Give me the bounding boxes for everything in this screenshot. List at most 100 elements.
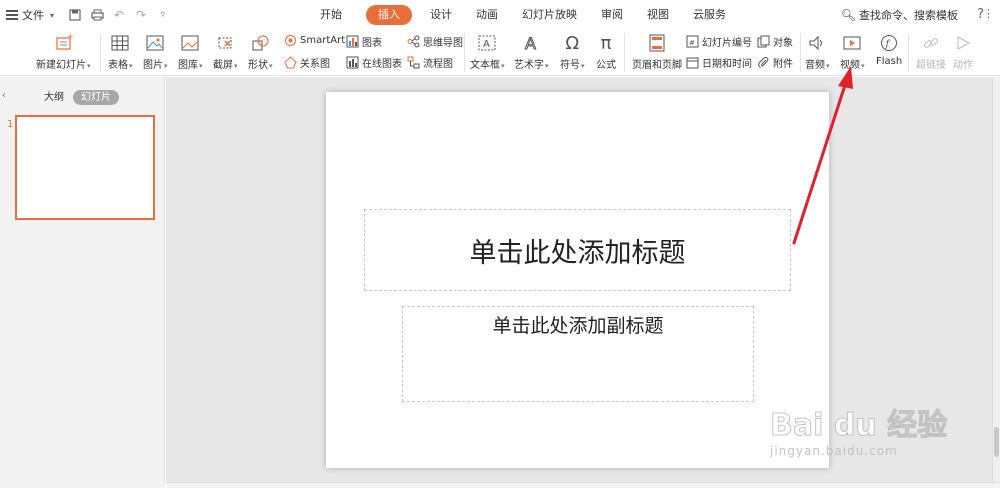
video-icon (842, 33, 862, 53)
title-placeholder[interactable]: 单击此处添加标题 (364, 209, 791, 291)
action-button[interactable]: 动作 (953, 33, 973, 71)
gallery-icon (180, 33, 200, 53)
undo-icon[interactable]: ↶ (112, 8, 126, 22)
print-icon[interactable] (90, 8, 104, 22)
header-footer-button[interactable]: 页眉和页脚 (632, 33, 682, 71)
svg-text:A: A (483, 39, 490, 50)
gallery-button[interactable]: 图库▾ (178, 33, 203, 71)
slide-number-label: 幻灯片编号 (702, 38, 752, 49)
slide[interactable]: 单击此处添加标题 单击此处添加副标题 (326, 92, 829, 468)
tab-home[interactable]: 开始 (320, 5, 342, 25)
tab-animation[interactable]: 动画 (476, 5, 498, 25)
flash-label: Flash (876, 56, 903, 67)
object-label: 对象 (773, 38, 793, 49)
scrollbar-thumb[interactable] (994, 427, 999, 457)
relation-chart-icon (284, 56, 297, 69)
flowchart-button[interactable]: 流程图 (407, 55, 453, 70)
slide-thumbnail[interactable] (15, 115, 155, 220)
speaker-icon (807, 33, 827, 53)
subtitle-placeholder[interactable]: 单击此处添加副标题 (402, 306, 754, 402)
mindmap-icon (407, 35, 420, 48)
tab-slideshow[interactable]: 幻灯片放映 (522, 5, 577, 25)
play-icon (953, 33, 973, 53)
tab-review[interactable]: 审阅 (601, 5, 623, 25)
shape-icon (250, 33, 270, 53)
slide-number-button[interactable]: # 幻灯片编号 (686, 34, 752, 49)
action-label: 动作 (953, 60, 973, 71)
tab-design[interactable]: 设计 (430, 5, 452, 25)
relation-chart-label: 关系图 (300, 59, 330, 70)
tab-slides[interactable]: 幻灯片 (73, 90, 119, 105)
title-menu-bar: 文件 ▾ ↶ ↷ ▿ 开始 插入 设计 动画 幻灯片放映 审阅 视图 云服务 🔍… (0, 0, 1000, 30)
ribbon-divider (800, 34, 801, 72)
panel-footer (0, 482, 165, 488)
header-footer-label: 页眉和页脚 (632, 60, 682, 71)
subtitle-placeholder-text: 单击此处添加副标题 (492, 315, 664, 337)
date-time-button[interactable]: 日期和时间 (686, 55, 752, 70)
chevron-down-icon: ▾ (50, 10, 55, 20)
tab-view[interactable]: 视图 (647, 5, 669, 25)
video-label: 视频 (840, 60, 860, 71)
formula-button[interactable]: π 公式 (596, 33, 616, 72)
screenshot-button[interactable]: 截屏▾ (213, 33, 238, 71)
online-chart-button[interactable]: 在线图表 (346, 55, 402, 70)
gallery-label: 图库 (178, 60, 198, 71)
textbox-button[interactable]: A 文本框▾ (470, 33, 505, 71)
mindmap-button[interactable]: 思维导图 (407, 34, 463, 49)
watermark-url: jingyan.baidu.com (770, 444, 898, 458)
tab-cloud[interactable]: 云服务 (693, 5, 726, 25)
textbox-label: 文本框 (470, 60, 500, 71)
ribbon-divider (100, 34, 101, 72)
omega-icon: Ω (565, 32, 580, 54)
more-icon[interactable]: ⋮ (983, 7, 994, 20)
attachment-button[interactable]: 附件 (757, 55, 793, 70)
ribbon-tabs: 开始 插入 设计 动画 幻灯片放映 审阅 视图 云服务 (320, 5, 750, 25)
vertical-scrollbar[interactable] (992, 77, 1000, 482)
header-footer-icon (647, 33, 667, 53)
online-chart-label: 在线图表 (362, 59, 402, 70)
flowchart-icon (407, 56, 420, 69)
svg-text:A: A (525, 34, 536, 52)
slides-panel: ‹ 大纲 幻灯片 1 (0, 77, 165, 488)
customize-dropdown-icon[interactable]: ▿ (156, 8, 170, 22)
save-icon[interactable] (68, 8, 82, 22)
formula-label: 公式 (596, 60, 616, 71)
object-button[interactable]: 对象 (757, 34, 793, 49)
new-slide-button[interactable]: + 新建幻灯片▾ (36, 33, 91, 71)
table-button[interactable]: 表格▾ (108, 33, 133, 71)
symbol-button[interactable]: Ω 符号▾ (560, 32, 585, 72)
title-placeholder-text: 单击此处添加标题 (469, 237, 686, 269)
file-menu[interactable]: 文件 ▾ (6, 7, 64, 23)
chart-label: 图表 (362, 38, 382, 49)
command-search[interactable]: 🔍︎ 查找命令、搜索模板 (841, 7, 958, 23)
collapse-panel-icon[interactable]: ‹ (2, 90, 6, 101)
ribbon-divider (624, 34, 625, 72)
smartart-button[interactable]: SmartArt (284, 34, 345, 47)
chart-button[interactable]: 图表 (346, 34, 382, 49)
wordart-button[interactable]: A 艺术字▾ (514, 33, 549, 71)
tab-outline[interactable]: 大纲 (44, 90, 64, 105)
picture-button[interactable]: 图片▾ (143, 33, 168, 71)
textbox-icon: A (477, 33, 497, 53)
flash-button[interactable]: f Flash (876, 33, 902, 67)
table-label: 表格 (108, 60, 128, 71)
calendar-icon (686, 56, 699, 69)
wordart-icon: A (521, 33, 541, 53)
svg-text:f: f (885, 39, 892, 50)
shape-button[interactable]: 形状▾ (248, 33, 273, 71)
screenshot-label: 截屏 (213, 60, 233, 71)
tab-insert[interactable]: 插入 (366, 5, 412, 25)
hyperlink-button[interactable]: 超链接 (916, 33, 946, 71)
flash-icon: f (879, 33, 899, 53)
svg-text:#: # (689, 39, 695, 47)
table-icon (110, 33, 130, 53)
chart-icon (346, 35, 359, 48)
insert-ribbon: + 新建幻灯片▾ 表格▾ 图片▾ 图库▾ 截屏▾ 形状▾ SmartArt 关系… (0, 30, 1000, 76)
video-button[interactable]: 视频▾ (840, 33, 865, 71)
hyperlink-label: 超链接 (916, 60, 946, 71)
ribbon-divider (908, 34, 909, 72)
redo-icon[interactable]: ↷ (134, 8, 148, 22)
link-icon (921, 33, 941, 53)
relation-chart-button[interactable]: 关系图 (284, 55, 330, 70)
audio-button[interactable]: 音频▾ (805, 33, 830, 71)
